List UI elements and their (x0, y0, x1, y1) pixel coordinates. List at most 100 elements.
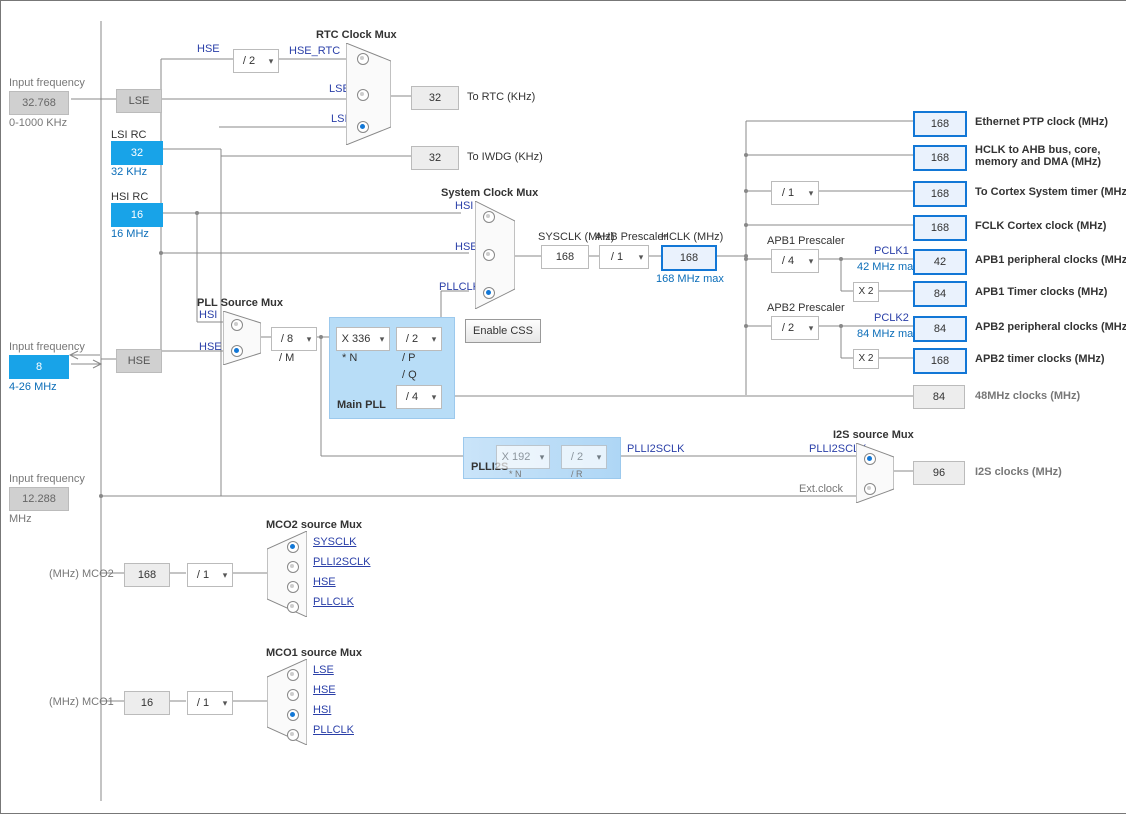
i2s-out-lbl: I2S clocks (MHz) (975, 466, 1062, 478)
apb1-prescaler[interactable]: / 4 (771, 249, 819, 273)
pll-n[interactable]: X 336 (336, 327, 390, 351)
plli2s-n[interactable]: X 192 (496, 445, 550, 469)
apb2-label: APB2 Prescaler (767, 302, 845, 314)
pll-p[interactable]: / 2 (396, 327, 442, 351)
pll-mux-hsi: HSI (199, 309, 217, 321)
caret-down-icon (218, 564, 232, 586)
rtc-out-lbl: To RTC (KHz) (467, 91, 535, 103)
rtc-hse-div[interactable]: / 2 (233, 49, 279, 73)
mco1-opt-2: HSI (313, 704, 331, 716)
sysmux-radio-hse[interactable] (483, 249, 495, 261)
enable-css-button[interactable]: Enable CSS (465, 319, 541, 343)
mco2-radio-1[interactable] (287, 561, 299, 573)
hclk-val[interactable]: 168 (661, 245, 717, 271)
pll-m[interactable]: / 8 (271, 327, 317, 351)
clock-tree-diagram: Input frequency 32.768 0-1000 KHz Input … (0, 0, 1126, 814)
out-apb1p: 42 (913, 249, 967, 275)
mco2-val: 168 (124, 563, 170, 587)
apb2-prescaler[interactable]: / 2 (771, 316, 819, 340)
main-pll-title: Main PLL (337, 399, 386, 411)
i2s-input[interactable]: 12.288 (9, 487, 69, 511)
sysmux-radio-pll[interactable] (483, 287, 495, 299)
lse-input[interactable]: 32.768 (9, 91, 69, 115)
lse-range: 0-1000 KHz (9, 117, 67, 129)
caret-down-icon (592, 446, 606, 468)
pllmux-radio-hse[interactable] (231, 345, 243, 357)
rtc-radio-lse[interactable] (357, 89, 369, 101)
out-hclk: 168 (913, 145, 967, 171)
mco1-radio-0[interactable] (287, 669, 299, 681)
src-lse[interactable]: LSE (116, 89, 162, 113)
src-hse[interactable]: HSE (116, 349, 162, 373)
hse-input-label: Input frequency (9, 341, 85, 353)
out-apb1t: 84 (913, 281, 967, 307)
mco2-radio-0[interactable] (287, 541, 299, 553)
rtc-radio-hse[interactable] (357, 53, 369, 65)
plli2s-ext: Ext.clock (799, 483, 843, 495)
pll-mux-title: PLL Source Mux (197, 297, 283, 309)
caret-down-icon (264, 50, 278, 72)
caret-down-icon (804, 250, 818, 272)
mco2-opt-1: PLLI2SCLK (313, 556, 370, 568)
mco1-radio-3[interactable] (287, 729, 299, 741)
out-fclk: 168 (913, 215, 967, 241)
caret-down-icon (375, 328, 389, 350)
system-clock-mux (475, 201, 515, 309)
i2s-input-label: Input frequency (9, 473, 85, 485)
sysclk-val: 168 (541, 245, 589, 269)
out-apb2p: 84 (913, 316, 967, 342)
mco2-opt-2: HSE (313, 576, 336, 588)
out-eth: 168 (913, 111, 967, 137)
pll-m-sub: / M (279, 352, 294, 364)
hse-input[interactable]: 8 (9, 355, 69, 379)
mco1-radio-1[interactable] (287, 689, 299, 701)
ahb-prescaler[interactable]: / 1 (599, 245, 649, 269)
rtc-radio-lsi[interactable] (357, 121, 369, 133)
out-apb2p-lbl: APB2 peripheral clocks (MHz) (975, 321, 1126, 333)
iwdg-out: 32 (411, 146, 459, 170)
out-systim-lbl: To Cortex System timer (MHz) (975, 186, 1126, 198)
plli2s-out-lbl: PLLI2SCLK (627, 443, 684, 455)
i2smux-radio-ext[interactable] (864, 483, 876, 495)
systim-div[interactable]: / 1 (771, 181, 819, 205)
out-hclk-lbl: HCLK to AHB bus, core, memory and DMA (M… (975, 144, 1121, 168)
hsi-rc-label: HSI RC (111, 191, 148, 203)
sysmux-radio-hsi[interactable] (483, 211, 495, 223)
mco1-opt-1: HSE (313, 684, 336, 696)
apb2-pclk: PCLK2 (874, 312, 909, 324)
plli2s-r-sub: / R (571, 469, 583, 479)
ahb-label: AHB Prescaler (595, 231, 667, 243)
apb1-mult: X 2 (853, 282, 879, 302)
lse-input-label: Input frequency (9, 77, 85, 89)
pll-q[interactable]: / 4 (396, 385, 442, 409)
i2s-unit: MHz (9, 513, 32, 525)
hse-range: 4-26 MHz (9, 381, 57, 393)
mco2-opt-0: SYSCLK (313, 536, 356, 548)
caret-down-icon (427, 386, 441, 408)
mco2-opt-3: PLLCLK (313, 596, 354, 608)
i2smux-radio-pll[interactable] (864, 453, 876, 465)
mco2-div[interactable]: / 1 (187, 563, 233, 587)
mco1-radio-2[interactable] (287, 709, 299, 721)
mco2-mux-title: MCO2 source Mux (266, 519, 362, 531)
caret-down-icon (804, 317, 818, 339)
mco2-radio-2[interactable] (287, 581, 299, 593)
plli2s-r[interactable]: / 2 (561, 445, 607, 469)
pll-p-sub: / P (402, 352, 415, 364)
caret-down-icon (302, 328, 316, 350)
apb2-max: 84 MHz max (857, 328, 919, 340)
apb1-max: 42 MHz max (857, 261, 919, 273)
pllmux-radio-hsi[interactable] (231, 319, 243, 331)
hclk-label: HCLK (MHz) (661, 231, 723, 243)
hclk-max: 168 MHz max (656, 273, 724, 285)
mco2-lbl: (MHz) MCO2 (49, 568, 114, 580)
rtc-hse-in: HSE (197, 43, 220, 55)
rtc-out: 32 (411, 86, 459, 110)
plli2s-n-sub: * N (509, 469, 522, 479)
sys-mux-pll: PLLCLK (439, 281, 480, 293)
iwdg-out-lbl: To IWDG (KHz) (467, 151, 543, 163)
mco1-div[interactable]: / 1 (187, 691, 233, 715)
lsi-rc-label: LSI RC (111, 129, 146, 141)
caret-down-icon (634, 246, 648, 268)
mco2-radio-3[interactable] (287, 601, 299, 613)
